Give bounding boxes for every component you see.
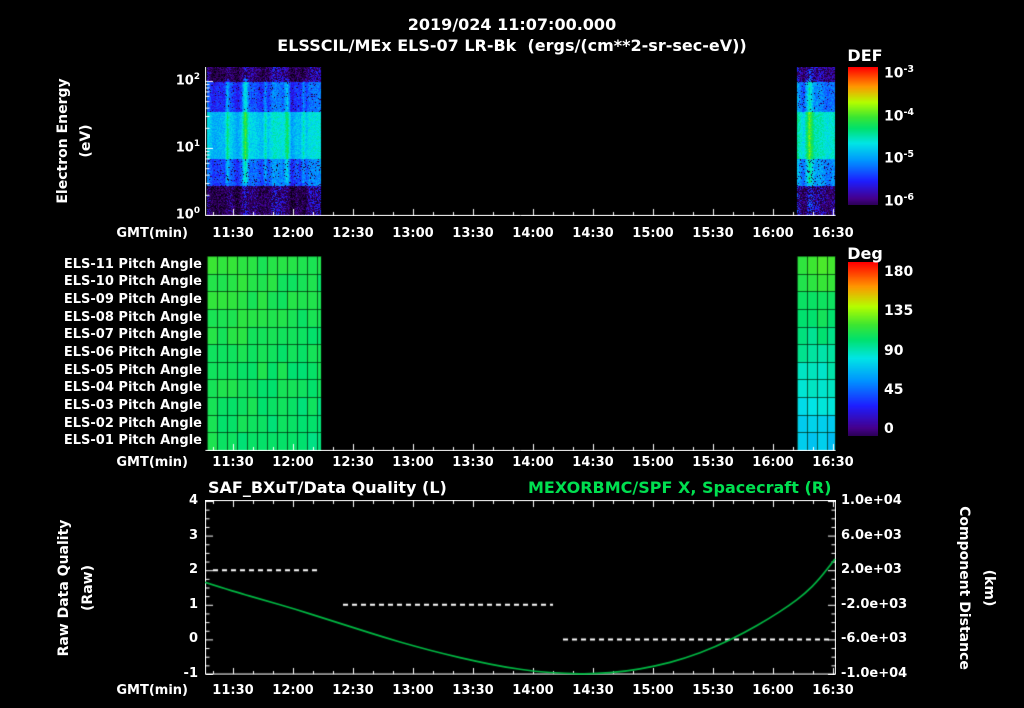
deg-colorbar-tick-label: 180	[884, 264, 914, 280]
deg-colorbar-title: Deg	[847, 244, 883, 263]
quality-tick-label: 0	[188, 631, 198, 647]
x-tick-label: 14:00	[512, 226, 554, 241]
x-tick-label: 16:30	[812, 683, 854, 698]
x-tick-label: 14:30	[572, 455, 614, 470]
x-tick-label: 11:30	[212, 683, 254, 698]
component-distance-axis-units: (km)	[981, 569, 997, 607]
x-tick-label: 12:00	[272, 455, 314, 470]
quality-tick-label: -1	[183, 666, 198, 681]
gmt-label-middle: GMT(min)	[116, 455, 188, 470]
energy-tick-label: 100	[175, 206, 200, 223]
x-tick-label: 15:00	[632, 455, 674, 470]
x-tick-label: 15:00	[632, 683, 674, 698]
x-tick-label: 14:00	[512, 455, 554, 470]
pitch-row-label: ELS-09 Pitch Angle	[63, 292, 202, 308]
distance-tick-label: -1.0e+04	[841, 666, 908, 681]
pitch-row-label: ELS-03 Pitch Angle	[63, 397, 202, 413]
electron-energy-axis-label: Electron Energy	[55, 78, 71, 204]
def-colorbar-title: DEF	[847, 46, 883, 65]
x-tick-label: 16:30	[812, 226, 854, 241]
deg-colorbar-tick-label: 45	[884, 381, 904, 398]
x-tick-label: 15:00	[632, 226, 674, 241]
pitch-row-label: ELS-04 Pitch Angle	[63, 380, 202, 396]
distance-tick-label: -2.0e+03	[841, 596, 908, 612]
distance-tick-label: 6.0e+03	[841, 527, 902, 543]
x-tick-label: 14:00	[512, 683, 554, 698]
x-tick-label: 16:00	[752, 226, 794, 241]
quality-distance-plot	[205, 500, 836, 675]
pitch-row-label: ELS-01 Pitch Angle	[63, 433, 202, 449]
pitch-angle-heatmap	[205, 256, 836, 451]
quality-tick-label: 4	[188, 493, 198, 508]
pitch-row-label: ELS-02 Pitch Angle	[63, 415, 202, 431]
x-tick-label: 16:00	[752, 683, 794, 698]
def-colorbar-tick-label: 10-4	[884, 106, 915, 125]
x-tick-label: 13:30	[452, 226, 494, 241]
deg-colorbar-tick-label: 90	[884, 342, 904, 359]
x-tick-label: 12:00	[272, 226, 314, 241]
def-colorbar-tick-label: 10-6	[884, 191, 915, 210]
gmt-label-top: GMT(min)	[116, 226, 188, 241]
x-tick-label: 14:30	[572, 226, 614, 241]
distance-tick-label: -6.0e+03	[841, 631, 908, 647]
pitch-row-label: ELS-08 Pitch Angle	[63, 309, 202, 325]
x-tick-label: 14:30	[572, 683, 614, 698]
x-tick-label: 13:00	[392, 455, 434, 470]
x-tick-label: 12:30	[332, 455, 374, 470]
x-tick-label: 15:30	[692, 455, 734, 470]
pitch-row-label: ELS-06 Pitch Angle	[63, 345, 202, 360]
distance-tick-label: 2.0e+03	[841, 562, 902, 578]
pitch-row-label: ELS-07 Pitch Angle	[63, 327, 202, 343]
deg-colorbar	[848, 262, 878, 436]
def-colorbar	[848, 67, 878, 205]
x-tick-label: 16:30	[812, 455, 854, 470]
energy-tick-label: 101	[175, 139, 200, 156]
quality-tick-label: 1	[188, 596, 198, 612]
energy-tick-label: 102	[175, 72, 200, 89]
def-colorbar-tick-label: 10-3	[884, 64, 915, 82]
component-distance-axis-label: Component Distance	[956, 506, 972, 670]
x-tick-label: 13:00	[392, 683, 434, 698]
raw-quality-axis-units: (Raw)	[80, 565, 96, 611]
pitch-row-label: ELS-05 Pitch Angle	[63, 362, 202, 378]
gmt-label-bottom: GMT(min)	[116, 683, 188, 698]
pitch-row-label: ELS-10 Pitch Angle	[63, 274, 202, 290]
electron-energy-axis-units: (eV)	[78, 124, 94, 158]
x-tick-label: 11:30	[212, 455, 254, 470]
x-tick-label: 13:30	[452, 683, 494, 698]
distance-tick-label: 1.0e+04	[841, 493, 902, 508]
x-tick-label: 16:00	[752, 455, 794, 470]
x-tick-label: 13:30	[452, 455, 494, 470]
deg-colorbar-tick-label: 135	[884, 303, 914, 320]
quality-tick-label: 3	[188, 527, 198, 543]
plot-page: 2019/024 11:07:00.000 ELSSCIL/MEx ELS-07…	[0, 0, 1024, 708]
raw-quality-axis-label: Raw Data Quality	[56, 519, 72, 657]
x-tick-label: 15:30	[692, 683, 734, 698]
x-tick-label: 11:30	[212, 226, 254, 241]
deg-colorbar-tick-label: 0	[884, 421, 894, 437]
quality-tick-label: 2	[188, 562, 198, 578]
quality-series-title: SAF_BXuT/Data Quality (L)	[208, 478, 447, 497]
spacecraft-series-title: MEXORBMC/SPF X, Spacecraft (R)	[528, 478, 832, 497]
x-tick-label: 12:30	[332, 683, 374, 698]
electron-energy-spectrogram	[205, 67, 836, 216]
x-tick-label: 12:00	[272, 683, 314, 698]
def-colorbar-tick-label: 10-5	[884, 149, 915, 167]
x-tick-label: 15:30	[692, 226, 734, 241]
timestamp-title: 2019/024 11:07:00.000	[407, 15, 617, 34]
x-tick-label: 12:30	[332, 226, 374, 241]
x-tick-label: 13:00	[392, 226, 434, 241]
pitch-row-label: ELS-11 Pitch Angle	[63, 256, 202, 272]
